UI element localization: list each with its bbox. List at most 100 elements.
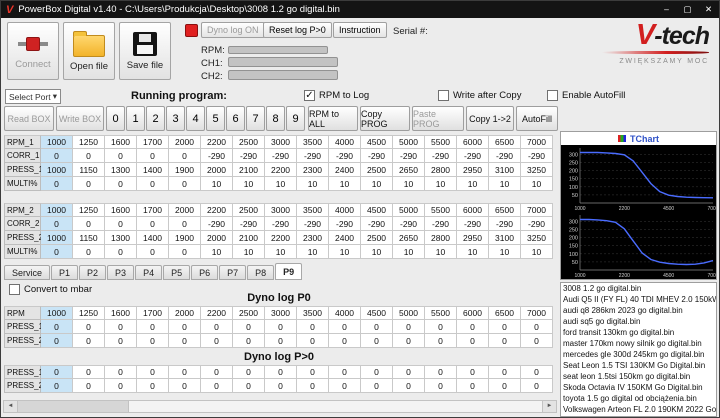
file-list-item[interactable]: master 170km nowy silnik go digital.bin: [561, 338, 716, 349]
tab-p6[interactable]: P6: [191, 265, 219, 280]
select-port-dropdown[interactable]: Select Port ▾: [5, 89, 61, 104]
grid-cell[interactable]: 2200: [265, 163, 297, 177]
grid-cell[interactable]: 0: [265, 320, 297, 334]
grid-cell[interactable]: 0: [73, 217, 105, 231]
grid-cell[interactable]: 0: [105, 177, 137, 191]
grid-cell[interactable]: -290: [265, 217, 297, 231]
grid-cell[interactable]: 2500: [233, 203, 265, 217]
grid-cell[interactable]: -290: [297, 217, 329, 231]
grid-cell[interactable]: -290: [489, 217, 521, 231]
save-file-button[interactable]: Save file: [119, 22, 171, 80]
grid-cell[interactable]: 0: [329, 320, 361, 334]
file-list-item[interactable]: Skoda Octavia IV 150KM Go Digital.bin: [561, 382, 716, 393]
grid-cell[interactable]: 1700: [137, 203, 169, 217]
grid-cell[interactable]: 1400: [137, 231, 169, 245]
grid-cell[interactable]: 0: [201, 320, 233, 334]
file-list-item[interactable]: ford transit 130km go digital.bin: [561, 327, 716, 338]
grid-cell[interactable]: 0: [201, 334, 233, 348]
grid-cell[interactable]: -290: [521, 217, 553, 231]
enable-autofill-checkbox[interactable]: Enable AutoFill: [547, 90, 625, 101]
grid-cell[interactable]: -290: [265, 149, 297, 163]
grid-cell[interactable]: 0: [233, 320, 265, 334]
grid-cell[interactable]: 1000: [41, 306, 73, 320]
copy-1-to-2-button[interactable]: Copy 1->2: [466, 106, 514, 131]
grid-cell[interactable]: 4000: [329, 135, 361, 149]
grid-cell[interactable]: 0: [265, 365, 297, 379]
grid-cell[interactable]: 1250: [73, 203, 105, 217]
grid-cell[interactable]: 10: [489, 177, 521, 191]
grid-cell[interactable]: 6000: [457, 135, 489, 149]
grid-cell[interactable]: 0: [73, 245, 105, 259]
grid-cell[interactable]: 7000: [521, 306, 553, 320]
digit-button-1[interactable]: 1: [126, 106, 145, 131]
grid-cell[interactable]: 1250: [73, 135, 105, 149]
grid-cell[interactable]: 5500: [425, 306, 457, 320]
grid-cell[interactable]: -290: [489, 149, 521, 163]
grid-cell[interactable]: 0: [361, 320, 393, 334]
grid-cell[interactable]: 0: [105, 334, 137, 348]
grid-cell[interactable]: 0: [329, 365, 361, 379]
grid-cell[interactable]: 0: [265, 334, 297, 348]
grid-cell[interactable]: -290: [329, 149, 361, 163]
grid-cell[interactable]: 0: [137, 149, 169, 163]
grid-cell[interactable]: -290: [329, 217, 361, 231]
write-box-button[interactable]: Write BOX: [56, 106, 104, 131]
grid-cell[interactable]: 1000: [41, 203, 73, 217]
grid-cell[interactable]: 0: [201, 379, 233, 393]
grid-cell[interactable]: 0: [169, 217, 201, 231]
grid-cell[interactable]: 1150: [73, 163, 105, 177]
grid-cell[interactable]: 0: [393, 334, 425, 348]
grid-cell[interactable]: 0: [489, 379, 521, 393]
grid-cell[interactable]: 1900: [169, 163, 201, 177]
grid-cell[interactable]: 2800: [425, 163, 457, 177]
grid-cell[interactable]: 10: [425, 245, 457, 259]
grid-cell[interactable]: 2950: [457, 231, 489, 245]
grid-cell[interactable]: 0: [361, 334, 393, 348]
grid-cell[interactable]: 0: [41, 217, 73, 231]
grid-cell[interactable]: 10: [297, 245, 329, 259]
instruction-button[interactable]: Instruction: [333, 22, 387, 38]
grid-cell[interactable]: 10: [457, 177, 489, 191]
grid-cell[interactable]: 0: [105, 365, 137, 379]
grid-cell[interactable]: 2100: [233, 163, 265, 177]
grid-cell[interactable]: 3500: [297, 306, 329, 320]
grid-cell[interactable]: 7000: [521, 135, 553, 149]
grid-cell[interactable]: 0: [137, 245, 169, 259]
grid-cell[interactable]: 1000: [41, 231, 73, 245]
grid-cell[interactable]: 4500: [361, 306, 393, 320]
minimize-button[interactable]: –: [656, 1, 677, 18]
grid-cell[interactable]: 0: [457, 365, 489, 379]
close-button[interactable]: ✕: [698, 1, 719, 18]
grid-cell[interactable]: 1300: [105, 163, 137, 177]
grid-cell[interactable]: 2400: [329, 231, 361, 245]
tab-p3[interactable]: P3: [107, 265, 135, 280]
grid-cell[interactable]: 0: [329, 379, 361, 393]
grid-cell[interactable]: 3000: [265, 306, 297, 320]
grid-cell[interactable]: 10: [521, 245, 553, 259]
grid-cell[interactable]: 2650: [393, 163, 425, 177]
grid-cell[interactable]: 10: [393, 177, 425, 191]
write-after-copy-checkbox-box[interactable]: [438, 90, 449, 101]
rpm-to-all-button[interactable]: RPM to ALL: [308, 106, 358, 131]
grid-cell[interactable]: -290: [425, 149, 457, 163]
grid-cell[interactable]: 3000: [265, 203, 297, 217]
grid-cell[interactable]: 0: [233, 334, 265, 348]
grid-cell[interactable]: -290: [201, 217, 233, 231]
grid-cell[interactable]: 1700: [137, 306, 169, 320]
connect-button[interactable]: Connect: [7, 22, 59, 80]
rpm-to-log-checkbox[interactable]: ✓ RPM to Log: [304, 90, 369, 101]
grid-cell[interactable]: 1600: [105, 306, 137, 320]
grid-cell[interactable]: 3250: [521, 163, 553, 177]
grid-cell[interactable]: -290: [361, 149, 393, 163]
grid-cell[interactable]: 2300: [297, 231, 329, 245]
grid-cell[interactable]: 0: [329, 334, 361, 348]
grid-cell[interactable]: 2500: [361, 231, 393, 245]
file-list-item[interactable]: mercedes gle 300d 245km go digital.bin: [561, 349, 716, 360]
grid-cell[interactable]: 6500: [489, 203, 521, 217]
scrollbar-thumb[interactable]: [18, 401, 129, 412]
grid-cell[interactable]: -290: [233, 217, 265, 231]
grid-cell[interactable]: 1250: [73, 306, 105, 320]
grid-cell[interactable]: 0: [73, 177, 105, 191]
grid-cell[interactable]: 10: [329, 245, 361, 259]
grid-cell[interactable]: 0: [361, 365, 393, 379]
